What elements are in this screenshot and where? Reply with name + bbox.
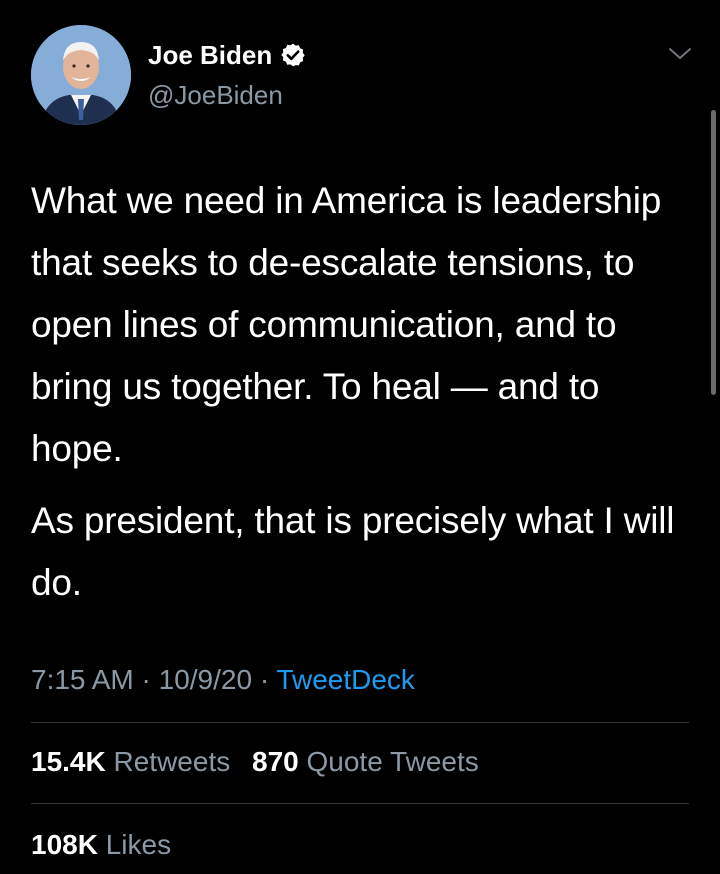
- profile-photo-icon: [31, 25, 131, 125]
- engagement-stats: 15.4K Retweets 870 Quote Tweets: [31, 742, 493, 782]
- retweets-count: 15.4K: [31, 746, 106, 777]
- likes-label: Likes: [105, 829, 172, 860]
- chevron-down-icon[interactable]: [666, 44, 694, 64]
- tweet-meta: 7:15 AM · 10/9/20 · TweetDeck: [31, 660, 415, 700]
- retweets-stat[interactable]: 15.4K Retweets: [31, 746, 230, 777]
- scrollbar[interactable]: [711, 110, 716, 395]
- quote-tweets-stat[interactable]: 870 Quote Tweets: [252, 746, 479, 777]
- tweet-time[interactable]: 7:15 AM: [31, 664, 134, 695]
- author-handle[interactable]: @JoeBiden: [148, 78, 283, 112]
- quote-tweets-count: 870: [252, 746, 299, 777]
- quote-tweets-label: Quote Tweets: [306, 746, 479, 777]
- avatar[interactable]: [31, 25, 131, 125]
- tweet-source-link[interactable]: TweetDeck: [276, 664, 415, 695]
- verified-badge-icon: [280, 42, 306, 68]
- retweets-label: Retweets: [113, 746, 231, 777]
- tweet-text: What we need in America is leadership th…: [31, 170, 696, 614]
- likes-count: 108K: [31, 829, 98, 860]
- divider: [31, 803, 689, 804]
- author-name-row: Joe Biden: [148, 38, 306, 72]
- likes-stat[interactable]: 108K Likes: [31, 829, 171, 860]
- tweet-date[interactable]: 10/9/20: [159, 664, 252, 695]
- tweet-paragraph: What we need in America is leadership th…: [31, 180, 662, 469]
- divider: [31, 722, 689, 723]
- meta-separator: ·: [252, 664, 277, 695]
- author-display-name[interactable]: Joe Biden: [148, 38, 272, 72]
- meta-separator: ·: [133, 664, 159, 695]
- tweet-paragraph: As president, that is precisely what I w…: [31, 500, 675, 603]
- likes-stats: 108K Likes: [31, 825, 185, 865]
